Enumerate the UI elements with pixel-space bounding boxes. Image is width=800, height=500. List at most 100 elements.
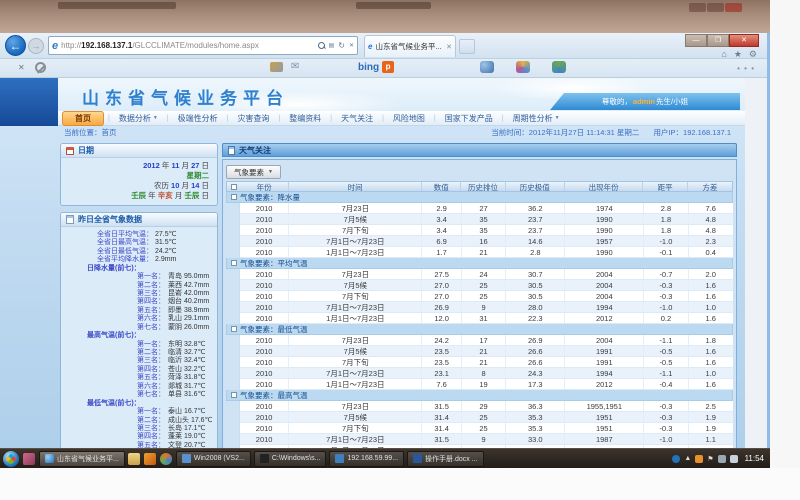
table-row[interactable]: 20107月5候3.43523.719901.84.8 [240, 214, 733, 225]
column-header[interactable]: 数值 [422, 182, 461, 191]
ranking-row: 第四名：蓬莱 19.0℃ [61, 433, 215, 441]
nav-item-2[interactable]: 数据分析▼ [110, 112, 167, 125]
close-icon[interactable] [725, 3, 742, 12]
table-row[interactable]: 20107月1日～7月23日6.91614.61957-1.02.3 [240, 236, 733, 247]
table-row[interactable]: 20107月1日～7月23日26.9928.01994-1.01.0 [240, 302, 733, 313]
section-checkbox[interactable] [231, 260, 237, 266]
more-options-dots-icon[interactable]: • • • [737, 64, 755, 73]
tray-update-icon[interactable] [695, 455, 703, 463]
people-addon-icon[interactable] [552, 61, 566, 73]
background-window-controls[interactable] [689, 3, 742, 12]
table-row[interactable]: 20107月23日31.52936.31955,1951-0.32.5 [240, 401, 733, 412]
stat-label: 全省日最低气温： [61, 248, 153, 256]
tab-close-icon[interactable]: ✕ [446, 43, 452, 51]
select-all-checkbox[interactable] [231, 184, 237, 190]
stamp-icon[interactable] [270, 62, 283, 72]
show-hidden-icons-arrow[interactable]: ▲ [684, 455, 691, 462]
province-stat-row: 全省日最低气温：24.2℃ [61, 248, 215, 256]
blocked-content-icon[interactable] [35, 62, 46, 73]
camera-addon-icon[interactable] [480, 61, 494, 73]
nav-item-6[interactable]: 天气关注 [332, 112, 382, 125]
stop-icon[interactable]: ✕ [349, 42, 354, 49]
cell: -0.3 [644, 401, 688, 411]
column-header[interactable]: 方差 [688, 182, 732, 191]
browser-tab[interactable]: e 山东省气候业务平... ✕ [364, 35, 456, 57]
column-header[interactable]: 时间 [289, 182, 422, 191]
table-row[interactable]: 20107月下旬31.42535.31951-0.31.9 [240, 423, 733, 434]
element-filter-button[interactable]: 气象要素 ▼ [226, 165, 281, 179]
search-icon[interactable] [318, 42, 325, 49]
section-checkbox[interactable] [231, 326, 237, 332]
compat-view-icon[interactable]: ▤ [329, 42, 335, 49]
table-row[interactable]: 20101月1日～7月23日1.7212.81990-0.10.4 [240, 247, 733, 258]
table-row[interactable]: 20107月5候27.02530.52004-0.31.6 [240, 280, 733, 291]
maximize-icon[interactable] [707, 3, 724, 12]
section-checkbox[interactable] [231, 194, 237, 200]
taskbar-window-button-2[interactable]: C:\Windows\s... [254, 451, 327, 467]
address-bar[interactable]: e http://192.168.137.1/GLCCLIMATE/module… [48, 36, 358, 55]
section-checkbox[interactable] [231, 392, 237, 398]
column-header[interactable]: 历史极值 [506, 182, 565, 191]
volume-icon[interactable] [730, 455, 738, 463]
tray-flag-icon[interactable]: ⚑ [707, 455, 713, 463]
bing-toolbar[interactable]: bing p [358, 61, 394, 73]
nav-item-1[interactable]: 首页 [62, 111, 104, 126]
taskbar-clock[interactable]: 11:54 [745, 454, 764, 463]
refresh-icon[interactable]: ↻ [338, 41, 345, 50]
table-row[interactable]: 20107月1日～7月23日23.1824.31994-1.11.0 [240, 368, 733, 379]
pinned-app-icon[interactable] [23, 453, 35, 465]
table-row[interactable]: 20107月5候31.42535.31951-0.31.9 [240, 412, 733, 423]
nav-item-7[interactable]: 风险地图 [384, 112, 434, 125]
table-row[interactable]: 20107月下旬27.02530.52004-0.31.6 [240, 291, 733, 302]
taskbar-window-button-4[interactable]: 操作手册.docx ... [407, 451, 484, 467]
media-player-icon[interactable] [160, 453, 172, 465]
nav-item-4[interactable]: 灾害查询 [228, 112, 278, 125]
nav-item-3[interactable]: 极端性分析 [169, 112, 227, 125]
nav-item-8[interactable]: 国家下发产品 [436, 112, 502, 125]
table-row[interactable]: 20107月5候23.52126.61991-0.51.6 [240, 346, 733, 357]
table-row[interactable]: 20101月1日～7月23日7.61917.32012-0.41.6 [240, 379, 733, 390]
url-text[interactable]: http://192.168.137.1/GLCCLIMATE/modules/… [61, 41, 317, 50]
explorer-folder-icon[interactable] [128, 453, 140, 465]
nav-item-5[interactable]: 整编资料 [280, 112, 330, 125]
window-controls: — ❐ ✕ [685, 34, 759, 47]
table-row[interactable]: 20107月下旬23.52126.61991-0.51.6 [240, 357, 733, 368]
windows-taskbar: 山东省气候业务平... Win2008 (VS2...C:\Windows\s.… [0, 448, 770, 468]
addon-p-icon[interactable]: p [382, 61, 394, 73]
column-header[interactable]: 历史排位 [461, 182, 505, 191]
restore-button[interactable]: ❐ [707, 34, 729, 47]
table-row[interactable]: 20107月23日2.92736.219742.87.6 [240, 203, 733, 214]
nav-item-9[interactable]: 周期性分析▼ [504, 112, 569, 125]
orange-app-icon[interactable] [144, 453, 156, 465]
start-button[interactable] [3, 451, 19, 467]
table-row[interactable]: 20107月23日24.21726.92004-1.11.8 [240, 335, 733, 346]
calendar-panel: 日期 2012 年 11 月 27 日星期二农历 10 月 14 日壬辰 年 辛… [60, 143, 218, 206]
table-row[interactable]: 20107月23日27.52430.72004-0.72.0 [240, 269, 733, 280]
bing-logo[interactable]: bing [358, 62, 379, 73]
minimize-icon[interactable] [689, 3, 706, 12]
cell: -0.3 [644, 291, 688, 301]
new-tab-button[interactable] [459, 39, 475, 54]
minimize-button[interactable]: — [685, 34, 707, 47]
rank-label: 第四名： [61, 433, 165, 441]
section-rows: 20107月23日31.52936.31955,1951-0.32.520107… [239, 401, 733, 448]
column-header[interactable]: 出现年份 [565, 182, 644, 191]
column-header[interactable]: 年份 [240, 182, 289, 191]
forward-button[interactable]: → [28, 38, 44, 54]
close-button[interactable]: ✕ [729, 34, 759, 47]
taskbar-ie-button[interactable]: 山东省气候业务平... [39, 451, 125, 467]
back-button[interactable]: ← [5, 35, 26, 56]
table-row[interactable]: 20101月1日～7月23日12.03122.320120.21.6 [240, 313, 733, 324]
taskbar-window-button-3[interactable]: 192.168.59.99... [329, 451, 404, 467]
color-addon-icon[interactable] [516, 61, 530, 73]
table-row[interactable]: 20107月1日～7月23日31.5933.01987-1.01.1 [240, 434, 733, 445]
cell: 7.6 [422, 379, 461, 389]
column-header[interactable]: 距平 [643, 182, 687, 191]
mail-icon[interactable]: ✉ [291, 61, 299, 72]
network-icon[interactable] [718, 455, 726, 463]
table-row[interactable]: 20107月下旬3.43523.719901.84.8 [240, 225, 733, 236]
cell: 2010 [240, 401, 289, 411]
taskbar-window-button-1[interactable]: Win2008 (VS2... [176, 451, 251, 467]
close-sidebar-icon[interactable]: ✕ [18, 63, 25, 72]
tray-messenger-icon[interactable] [672, 455, 680, 463]
